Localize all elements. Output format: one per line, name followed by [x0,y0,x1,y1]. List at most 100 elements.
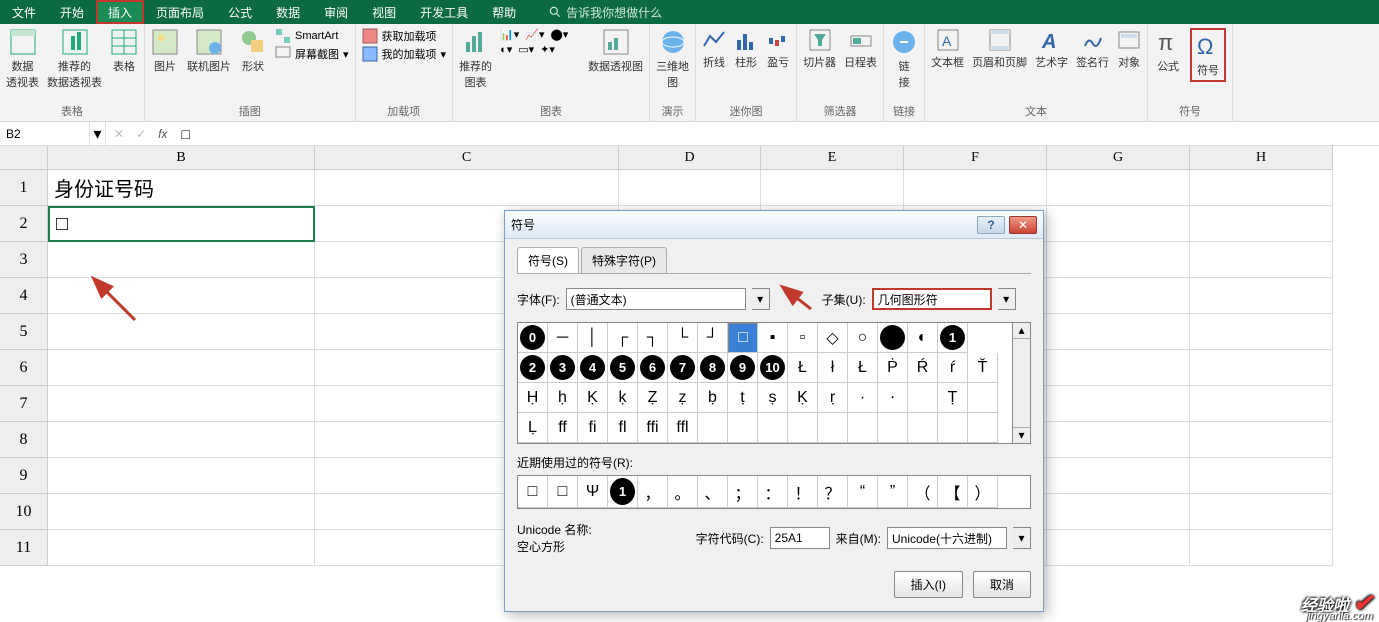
symbol-cell[interactable] [758,413,788,443]
tab-review[interactable]: 审阅 [312,0,360,24]
cell-H2[interactable] [1190,206,1333,242]
table-btn[interactable]: 表格 [110,28,138,74]
tab-home[interactable]: 开始 [48,0,96,24]
symbol-cell[interactable]: 2 [518,353,548,383]
scroll-up-btn[interactable]: ▴ [1013,323,1030,339]
charcode-input[interactable] [770,527,830,549]
rec-pivot-btn[interactable]: 推荐的 数据透视表 [47,28,102,90]
cell-H9[interactable] [1190,458,1333,494]
symbol-cell[interactable] [968,413,998,443]
symbol-cell[interactable] [908,413,938,443]
recent-symbol-cell[interactable]: （ [908,476,938,508]
recent-symbol-cell[interactable]: ” [878,476,908,508]
sparkwinloss-btn[interactable]: 盈亏 [766,28,790,70]
cell-G1[interactable] [1047,170,1190,206]
screenshot-btn[interactable]: 屏幕截图 ▾ [275,46,349,62]
row-header-10[interactable]: 10 [0,494,48,530]
col-header-D[interactable]: D [619,146,761,170]
chart-icon[interactable]: ▭▾ [518,43,534,56]
tab-data[interactable]: 数据 [264,0,312,24]
online-pic-btn[interactable]: 联机图片 [187,28,231,74]
row-header-5[interactable]: 5 [0,314,48,350]
cell-B11[interactable] [48,530,315,566]
symbol-cell[interactable]: ṛ [818,383,848,413]
timeline-btn[interactable]: 日程表 [844,28,877,70]
sparkline-btn[interactable]: 折线 [702,28,726,70]
recent-symbol-cell[interactable]: ， [638,476,668,508]
chart-icon[interactable]: 📈▾ [525,28,544,41]
subset-select-dropdown[interactable]: ▾ [998,288,1016,310]
col-header-H[interactable]: H [1190,146,1333,170]
recent-symbol-cell[interactable]: Ψ [578,476,608,508]
cell-B8[interactable] [48,422,315,458]
recent-symbol-cell[interactable]: ： [758,476,788,508]
symbol-cell[interactable] [908,383,938,413]
symbols-tab[interactable]: 符号(S) [517,247,579,273]
symbol-cell[interactable]: Ł [848,353,878,383]
symbol-cell[interactable]: ─ [548,323,578,353]
cell-H8[interactable] [1190,422,1333,458]
row-header-1[interactable]: 1 [0,170,48,206]
cell-G10[interactable] [1047,494,1190,530]
symbol-cell[interactable]: ff [548,413,578,443]
tab-insert[interactable]: 插入 [96,0,144,24]
symbol-cell[interactable]: 6 [638,353,668,383]
object-btn[interactable]: 对象 [1117,28,1141,70]
cell-G3[interactable] [1047,242,1190,278]
3dmap-btn[interactable]: 三维地 图 [656,28,689,90]
from-select-dropdown[interactable]: ▾ [1013,527,1031,549]
slicer-btn[interactable]: 切片器 [803,28,836,70]
col-header-C[interactable]: C [315,146,619,170]
recent-symbol-cell[interactable]: 【 [938,476,968,508]
smartart-btn[interactable]: SmartArt [275,28,349,44]
symbol-cell[interactable] [728,413,758,443]
symbol-cell[interactable]: Ť [968,353,998,383]
col-header-G[interactable]: G [1047,146,1190,170]
symbol-cell[interactable]: ┐ [638,323,668,353]
symbol-cell[interactable]: ◐ [908,323,938,353]
rec-charts-btn[interactable]: 推荐的 图表 [459,28,492,90]
symbol-cell[interactable]: Ḷ [518,413,548,443]
symbol-cell[interactable] [968,383,998,413]
textbox-btn[interactable]: A文本框 [931,28,964,70]
cancel-formula-icon[interactable]: ✕ [114,127,124,141]
row-header-7[interactable]: 7 [0,386,48,422]
symbol-cell[interactable]: │ [578,323,608,353]
symbol-cell[interactable] [878,323,908,353]
cell-B7[interactable] [48,386,315,422]
recent-symbol-cell[interactable]: □ [548,476,578,508]
symbol-cell[interactable]: fl [608,413,638,443]
cell-B9[interactable] [48,458,315,494]
row-header-11[interactable]: 11 [0,530,48,566]
symbol-cell[interactable]: ▪ [758,323,788,353]
symbol-cell[interactable]: 7 [668,353,698,383]
symbol-cell[interactable]: 10 [758,353,788,383]
row-header-2[interactable]: 2 [0,206,48,242]
cell-H11[interactable] [1190,530,1333,566]
symbol-cell[interactable]: Ẓ [638,383,668,413]
chart-icon[interactable]: 📊▾ [500,28,519,41]
cell-H10[interactable] [1190,494,1333,530]
symbol-cell[interactable] [788,413,818,443]
symbol-cell[interactable] [938,413,968,443]
symbol-btn[interactable]: Ω符号 [1190,28,1226,82]
scroll-down-btn[interactable]: ▾ [1013,427,1030,443]
chart-icon[interactable]: ⬤▾ [551,28,569,41]
cell-G4[interactable] [1047,278,1190,314]
select-all-corner[interactable] [0,146,48,170]
font-select-dropdown[interactable]: ▾ [752,288,770,310]
sparkcol-btn[interactable]: 柱形 [734,28,758,70]
accept-formula-icon[interactable]: ✓ [136,127,146,141]
symbol-cell[interactable]: 4 [578,353,608,383]
equation-btn[interactable]: π公式 [1154,28,1182,74]
cell-H4[interactable] [1190,278,1333,314]
recent-symbol-cell[interactable]: 。 [668,476,698,508]
link-btn[interactable]: 链 接 [890,28,918,90]
cell-B1[interactable]: 身份证号码 [48,170,315,206]
recent-symbol-cell[interactable]: 1 [608,476,638,508]
symbol-cell[interactable]: Ŕ [908,353,938,383]
font-select[interactable]: (普通文本) [566,288,746,310]
symbol-cell[interactable]: □ [728,323,758,353]
symbol-cell[interactable]: ffl [668,413,698,443]
tab-layout[interactable]: 页面布局 [144,0,216,24]
